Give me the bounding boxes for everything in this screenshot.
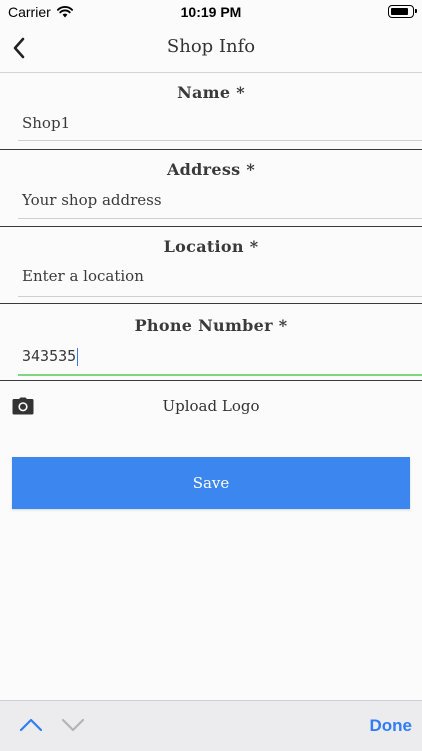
keyboard-accessory-bar: Done [0, 700, 422, 751]
chevron-down-icon [61, 718, 85, 732]
phone-input[interactable]: 343535 [22, 347, 79, 366]
name-field-group: Name * Shop1 [0, 73, 422, 149]
phone-label: Phone Number * [134, 316, 288, 335]
phone-field-group: Phone Number * 343535 [0, 304, 422, 380]
battery-icon [388, 5, 417, 18]
page-title: Shop Info [166, 36, 256, 57]
done-button[interactable]: Done [370, 716, 413, 736]
nav-bar: Shop Info [0, 24, 422, 73]
location-underline [18, 296, 422, 297]
name-input[interactable]: Shop1 [22, 114, 70, 132]
location-label: Location * [163, 237, 259, 256]
name-label: Name * [177, 83, 245, 102]
status-time: 10:19 PM [180, 4, 242, 20]
location-input[interactable]: Enter a location [22, 267, 144, 285]
next-field-button[interactable] [60, 715, 86, 735]
phone-underline [18, 374, 422, 376]
name-underline [18, 140, 422, 141]
chevron-up-icon [19, 718, 43, 732]
location-field-group: Location * Enter a location [0, 227, 422, 303]
text-caret [77, 347, 79, 366]
save-button[interactable]: Save [12, 457, 410, 509]
address-field-group: Address * Your shop address [0, 150, 422, 226]
upload-logo-button[interactable]: Upload Logo [0, 381, 422, 431]
upload-logo-label: Upload Logo [162, 397, 260, 415]
address-label: Address * [166, 160, 256, 179]
address-input[interactable]: Your shop address [22, 191, 162, 209]
address-underline [18, 218, 422, 219]
status-bar: Carrier 10:19 PM [0, 0, 422, 24]
previous-field-button[interactable] [18, 715, 44, 735]
phone-value: 343535 [22, 347, 77, 365]
